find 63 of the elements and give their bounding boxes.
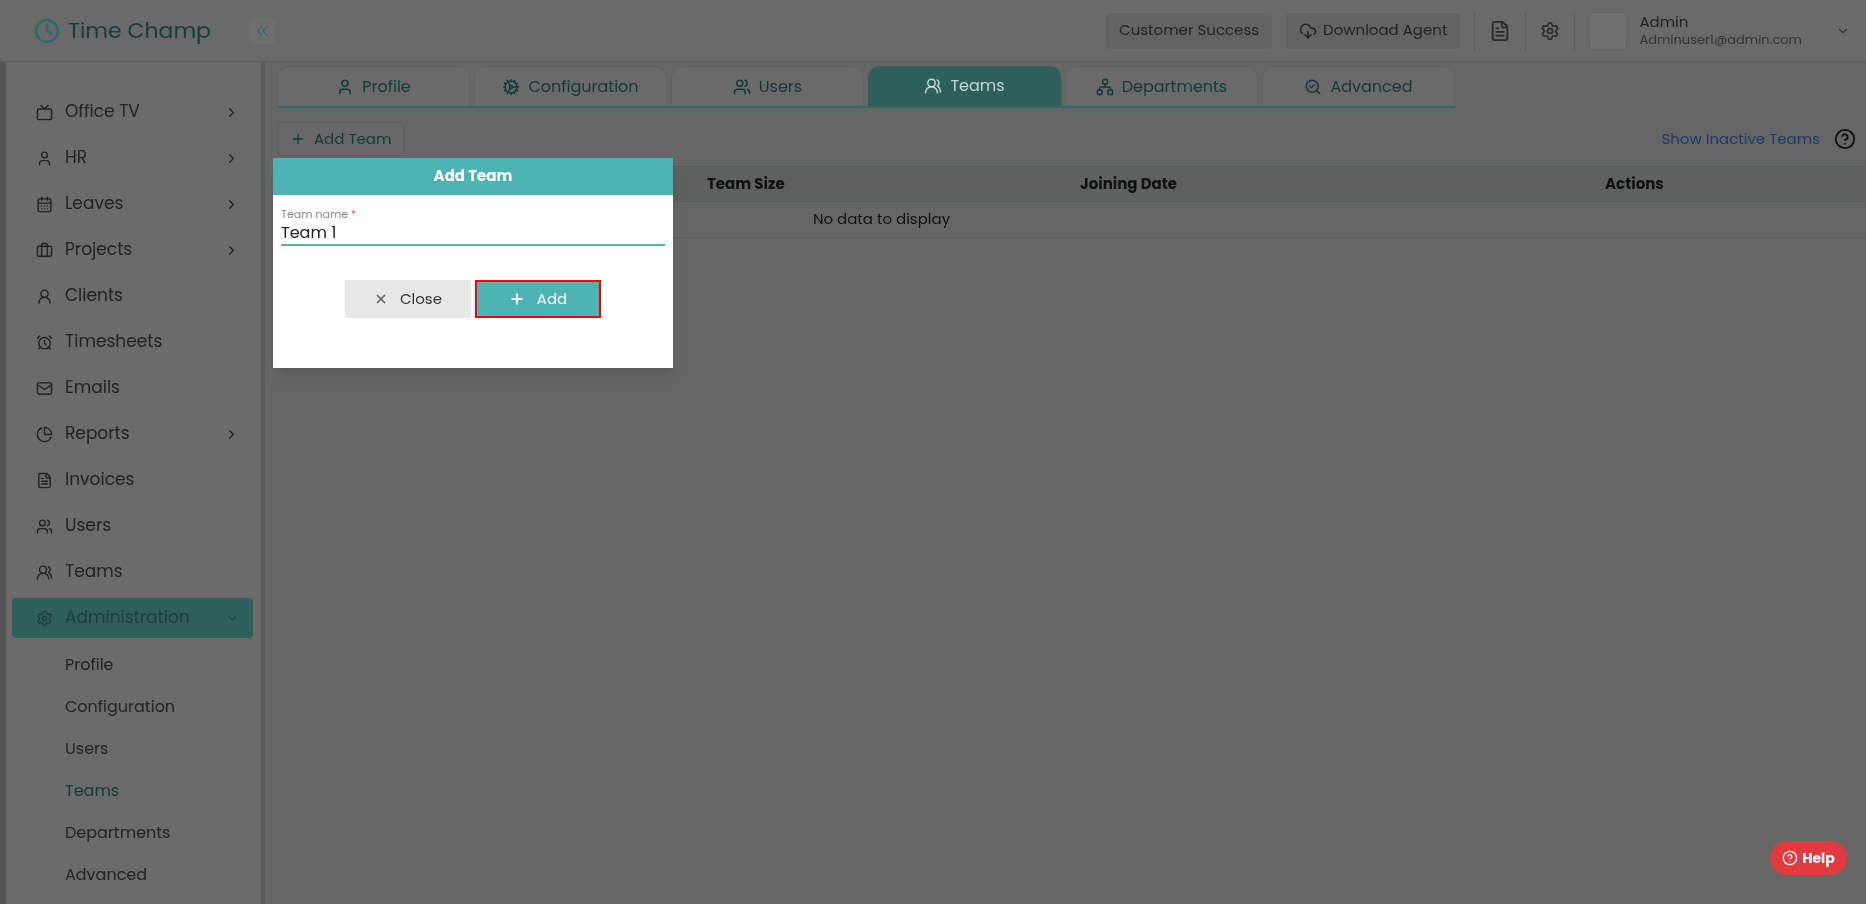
sidebar-item[interactable]: Clients: [12, 276, 253, 316]
sidebar-item[interactable]: HR: [12, 138, 253, 178]
plus-icon: [290, 131, 306, 147]
submenu-item[interactable]: Users: [12, 728, 253, 770]
document-icon: [36, 471, 53, 489]
sidebar-item[interactable]: Projects: [12, 230, 253, 270]
close-button[interactable]: Close: [345, 280, 471, 318]
team-name-field[interactable]: Team 1: [281, 220, 665, 246]
person-icon: [36, 287, 53, 305]
tab[interactable]: Teams: [868, 66, 1061, 106]
submenu-item[interactable]: Configuration: [12, 686, 253, 728]
sidebar-item[interactable]: Leaves: [12, 184, 253, 224]
field-label: Team name *: [281, 209, 358, 220]
column-header: Actions: [1604, 172, 1664, 196]
settings-icon[interactable]: [1540, 20, 1561, 41]
tab[interactable]: Advanced: [1262, 66, 1455, 106]
column-header: Joining Date: [1079, 172, 1179, 196]
sidebar-item[interactable]: Timesheets: [12, 322, 253, 362]
customer-success-button[interactable]: Customer Success: [1106, 12, 1273, 49]
calendar-icon: [36, 195, 53, 213]
brand-name: Time Champ: [68, 14, 211, 47]
tab[interactable]: Configuration: [474, 66, 667, 106]
hierarchy-icon: [1095, 77, 1114, 96]
user-email: Adminuser1@admin.com: [1639, 31, 1802, 48]
sidebar-item[interactable]: Invoices: [12, 460, 253, 500]
tv-icon: [36, 103, 53, 121]
download-agent-button[interactable]: Download Agent: [1286, 12, 1461, 49]
close-icon: [374, 292, 388, 306]
people-icon: [732, 77, 751, 96]
submenu-item[interactable]: Teams: [12, 770, 253, 812]
group-icon: [924, 77, 943, 95]
group-icon: [36, 563, 53, 581]
sidebar-item[interactable]: Teams: [12, 552, 253, 592]
person-icon: [36, 149, 53, 167]
help-button[interactable]: Help: [1770, 841, 1847, 875]
help-icon: [1782, 850, 1799, 866]
sidebar-item[interactable]: Office TV: [12, 92, 253, 132]
cloud-download-icon: [1299, 21, 1318, 40]
sidebar-item[interactable]: Users: [12, 506, 253, 546]
submenu-item[interactable]: Departments: [12, 812, 253, 854]
logo-icon: [34, 17, 60, 44]
tab[interactable]: Departments: [1065, 66, 1258, 106]
add-button[interactable]: Add: [475, 280, 601, 318]
gears-icon: [502, 77, 521, 96]
add-team-button[interactable]: Add Team: [277, 122, 405, 156]
alarm-clock-icon: [36, 333, 53, 351]
submenu-item[interactable]: Profile: [12, 644, 253, 686]
pie-chart-icon: [36, 425, 53, 443]
sidebar-item[interactable]: Emails: [12, 368, 253, 408]
briefcase-icon: [36, 241, 53, 259]
dialog-title: Add Team: [433, 165, 513, 188]
plus-icon: [508, 291, 525, 307]
mail-icon: [36, 379, 53, 397]
people-icon: [36, 517, 53, 535]
empty-message: No data to display: [812, 208, 951, 231]
submenu-item[interactable]: Advanced: [12, 854, 253, 896]
settings-icon: [36, 609, 53, 627]
user-name: Admin: [1639, 13, 1690, 32]
help-icon[interactable]: [1834, 128, 1856, 150]
sidebar-item[interactable]: Reports: [12, 414, 253, 454]
tab[interactable]: Users: [671, 66, 864, 106]
column-header: Team Size: [706, 172, 786, 196]
tab[interactable]: Profile: [277, 66, 470, 106]
